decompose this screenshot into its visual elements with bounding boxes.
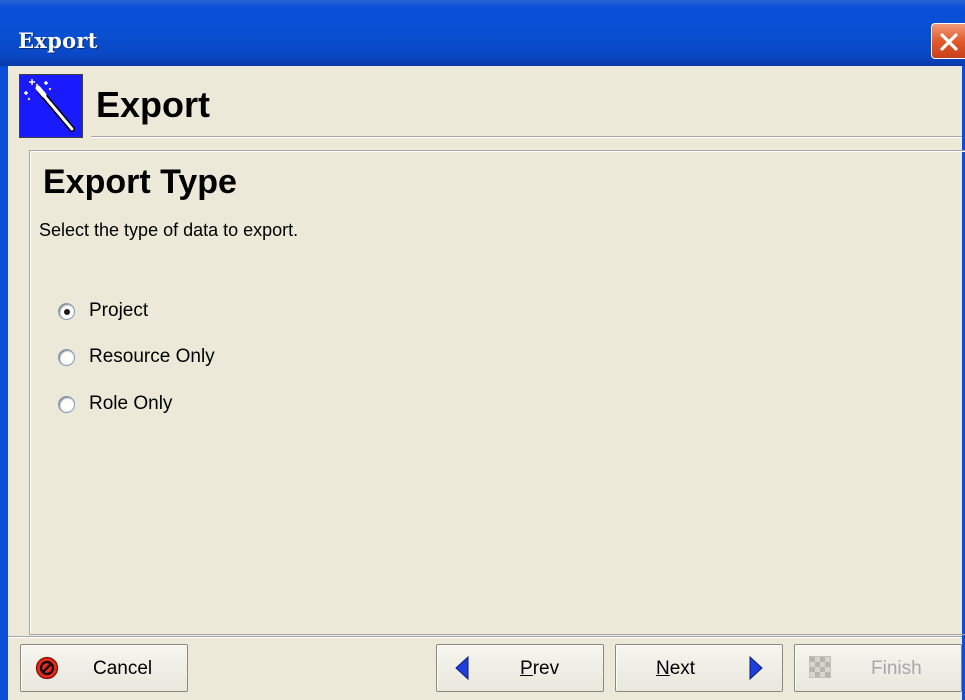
page-title: Export Type bbox=[43, 163, 237, 201]
title-bar[interactable]: Export bbox=[0, 0, 965, 66]
radio-button[interactable] bbox=[58, 348, 75, 366]
stop-icon bbox=[35, 656, 59, 680]
radio-option-resource-only[interactable]: Resource Only bbox=[58, 344, 215, 370]
header-title: Export bbox=[96, 84, 211, 125]
next-button[interactable]: Next bbox=[615, 644, 783, 692]
radio-button[interactable] bbox=[58, 395, 75, 413]
finish-label: Finish bbox=[871, 658, 922, 679]
header-divider bbox=[91, 136, 962, 138]
checkered-flag-icon bbox=[809, 656, 831, 678]
cancel-label: Cancel bbox=[93, 658, 153, 679]
radio-option-project[interactable]: Project bbox=[58, 298, 148, 324]
radio-label: Role Only bbox=[89, 393, 173, 414]
prev-button[interactable]: Prev bbox=[436, 644, 604, 692]
window-title: Export bbox=[18, 28, 98, 53]
button-bar-divider bbox=[8, 636, 962, 638]
arrow-right-icon bbox=[749, 655, 763, 681]
close-button[interactable] bbox=[931, 23, 965, 59]
finish-button[interactable]: Finish bbox=[794, 644, 962, 692]
window-frame-left bbox=[0, 66, 8, 700]
radio-label: Resource Only bbox=[89, 346, 215, 367]
arrow-left-icon bbox=[455, 655, 469, 681]
cancel-button[interactable]: Cancel bbox=[20, 644, 188, 692]
next-label: Next bbox=[656, 658, 696, 679]
prev-label: Prev bbox=[520, 658, 560, 679]
close-icon bbox=[940, 33, 958, 51]
radio-label: Project bbox=[89, 300, 149, 321]
radio-button[interactable] bbox=[58, 302, 75, 320]
magic-wand-icon bbox=[19, 74, 83, 138]
radio-option-role-only[interactable]: Role Only bbox=[58, 391, 172, 417]
page-description: Select the type of data to export. bbox=[39, 220, 299, 240]
